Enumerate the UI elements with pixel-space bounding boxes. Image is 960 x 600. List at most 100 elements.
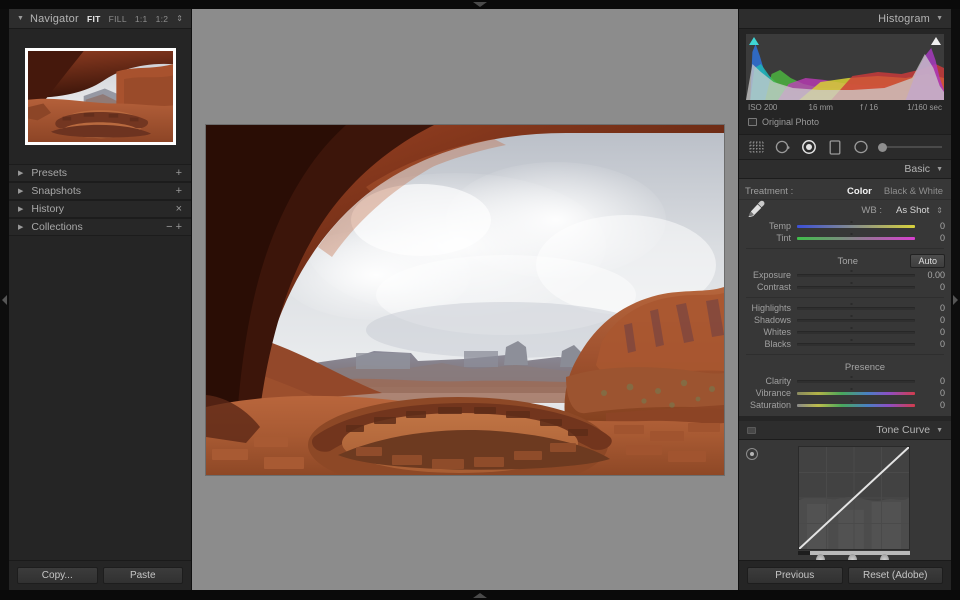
zoom-fit-button[interactable]: FIT (87, 14, 101, 24)
sidebar-item-history[interactable]: ▶ History × (9, 200, 191, 218)
blacks-slider[interactable] (797, 339, 915, 349)
slider-handle[interactable] (852, 316, 861, 325)
left-panel-toggle[interactable] (0, 9, 9, 590)
collections-actions[interactable]: − + (166, 221, 182, 233)
split-handle-shadows[interactable] (815, 554, 825, 560)
blacks-slider-row[interactable]: Blacks 0 (739, 338, 951, 350)
previous-button[interactable]: Previous (747, 567, 843, 584)
right-panel-toggle[interactable] (951, 9, 960, 590)
vibrance-slider-row[interactable]: Vibrance 0 (739, 387, 951, 399)
sidebar-item-presets[interactable]: ▶ Presets + (9, 164, 191, 182)
histogram-header[interactable]: Histogram ▼ (739, 9, 951, 29)
zoom-1-1-button[interactable]: 1:1 (135, 14, 148, 24)
tint-value[interactable]: 0 (915, 233, 945, 243)
temp-value[interactable]: 0 (915, 221, 945, 231)
tone-curve-graph[interactable] (797, 446, 910, 550)
tone-curve-header[interactable]: Tone Curve ▼ (739, 421, 951, 440)
shadows-slider-row[interactable]: Shadows 0 (739, 314, 951, 326)
spot-removal-tool[interactable] (774, 139, 791, 156)
highlights-slider[interactable] (797, 303, 915, 313)
sidebar-item-collections[interactable]: ▶ Collections − + (9, 218, 191, 236)
saturation-slider-row[interactable]: Saturation 0 (739, 399, 951, 411)
slider-knob-icon[interactable] (878, 142, 887, 152)
shadows-value[interactable]: 0 (915, 315, 945, 325)
red-eye-correction-tool[interactable] (800, 139, 817, 156)
up-down-arrows-icon[interactable]: ⇕ (176, 14, 183, 23)
slider-handle[interactable] (852, 389, 861, 398)
contrast-slider-row[interactable]: Contrast 0 (739, 281, 951, 293)
treatment-black-white-button[interactable]: Black & White (884, 186, 943, 197)
zoom-fill-button[interactable]: FILL (109, 14, 127, 24)
split-handle-midtones[interactable] (847, 554, 857, 560)
exposure-slider[interactable] (797, 270, 915, 280)
radial-filter-tool[interactable] (852, 139, 869, 156)
whites-value[interactable]: 0 (915, 327, 945, 337)
wb-value[interactable]: As Shot (896, 205, 929, 216)
exposure-slider-row[interactable]: Exposure 0.00 (739, 269, 951, 281)
slider-handle[interactable] (852, 328, 861, 337)
copy-button[interactable]: Copy... (17, 567, 98, 584)
saturation-value[interactable]: 0 (915, 400, 945, 410)
contrast-value[interactable]: 0 (915, 282, 945, 292)
temp-slider-row[interactable]: Temp 0 (739, 220, 951, 232)
target-adjustment-icon[interactable] (746, 448, 758, 460)
sidebar-item-snapshots[interactable]: ▶ Snapshots + (9, 182, 191, 200)
vibrance-value[interactable]: 0 (915, 388, 945, 398)
slider-handle[interactable] (852, 377, 861, 386)
paste-button[interactable]: Paste (102, 567, 183, 584)
slider-handle[interactable] (852, 401, 861, 410)
add-preset-button[interactable]: + (176, 167, 182, 179)
shadow-clipping-indicator[interactable] (749, 37, 759, 45)
top-panel-toggle[interactable] (0, 0, 960, 9)
tint-slider[interactable] (797, 233, 915, 243)
slider-handle[interactable] (852, 271, 861, 280)
add-snapshot-button[interactable]: + (176, 185, 182, 197)
histogram-graph[interactable] (746, 34, 944, 100)
contrast-slider[interactable] (797, 282, 915, 292)
auto-tone-button[interactable]: Auto (910, 254, 945, 268)
slider-handle[interactable] (852, 283, 861, 292)
clarity-slider[interactable] (797, 376, 915, 386)
treatment-label: Treatment : (745, 185, 794, 197)
checkbox-icon[interactable] (748, 118, 757, 126)
saturation-slider[interactable] (797, 400, 915, 410)
tint-slider-row[interactable]: Tint 0 (739, 232, 951, 244)
zoom-1-2-button[interactable]: 1:2 (156, 14, 169, 24)
highlights-value[interactable]: 0 (915, 303, 945, 313)
exposure-value[interactable]: 0.00 (915, 270, 945, 280)
tool-amount-slider[interactable] (878, 142, 942, 152)
slider-handle[interactable] (852, 222, 861, 231)
up-down-arrows-icon[interactable]: ⇕ (936, 206, 943, 215)
slider-track[interactable] (887, 146, 942, 148)
navigator-thumbnail-frame (24, 48, 176, 145)
shadows-slider[interactable] (797, 315, 915, 325)
highlight-clipping-indicator[interactable] (931, 37, 941, 45)
split-handle-highlights[interactable] (879, 554, 889, 560)
original-photo-toggle[interactable]: Original Photo (746, 114, 944, 131)
blacks-value[interactable]: 0 (915, 339, 945, 349)
image-stage[interactable] (192, 9, 738, 590)
whites-slider[interactable] (797, 327, 915, 337)
reset-button[interactable]: Reset (Adobe) (847, 567, 943, 584)
basic-panel-header[interactable]: Basic ▼ (739, 160, 951, 179)
whites-slider-row[interactable]: Whites 0 (739, 326, 951, 338)
shadows-label: Shadows (753, 315, 791, 325)
navigator-preview[interactable] (9, 29, 191, 164)
white-balance-row: WB : As Shot ⇕ (739, 200, 951, 220)
highlights-slider-row[interactable]: Highlights 0 (739, 302, 951, 314)
clarity-value[interactable]: 0 (915, 376, 945, 386)
clear-history-button[interactable]: × (176, 203, 182, 215)
crop-overlay-tool[interactable] (748, 139, 765, 156)
clarity-slider-row[interactable]: Clarity 0 (739, 375, 951, 387)
bottom-panel-toggle[interactable] (0, 590, 960, 600)
graduated-filter-tool[interactable] (826, 139, 843, 156)
temp-slider[interactable] (797, 221, 915, 231)
vibrance-slider[interactable] (797, 388, 915, 398)
slider-handle[interactable] (852, 340, 861, 349)
slider-handle[interactable] (852, 304, 861, 313)
navigator-header[interactable]: ▼ Navigator FIT FILL 1:1 1:2 ⇕ (9, 9, 191, 29)
slider-handle[interactable] (852, 234, 861, 243)
eyedropper-icon[interactable] (745, 199, 767, 222)
treatment-color-button[interactable]: Color (847, 186, 872, 197)
panel-enable-switch[interactable] (747, 426, 756, 434)
